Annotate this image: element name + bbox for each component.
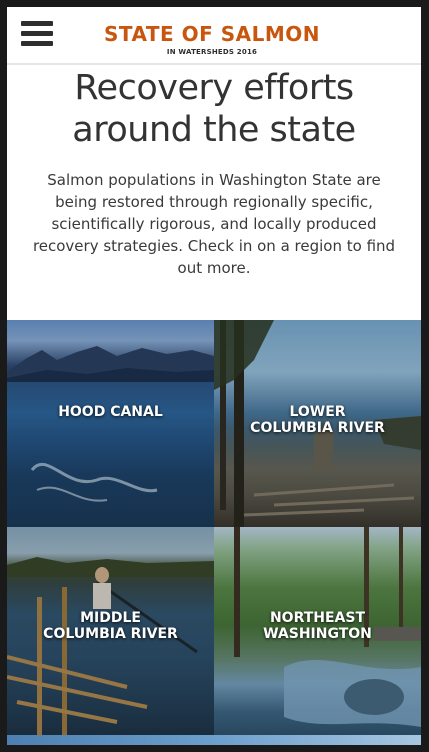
next-region-row-peek [7, 735, 421, 745]
site-header: STATE OF SALMON IN WATERSHEDS 2016 [7, 7, 421, 65]
site-title: STATE OF SALMON [103, 22, 321, 46]
region-grid: HOOD CANAL LOWER COLUMBIA RIVER MIDDLE C… [7, 320, 421, 745]
region-label: HOOD CANAL [58, 404, 163, 420]
region-tile-northeast-washington[interactable]: NORTHEAST WASHINGTON [214, 527, 421, 745]
page-title: Recovery efforts around the state [72, 68, 356, 150]
site-logo[interactable]: STATE OF SALMON IN WATERSHEDS 2016 [97, 21, 327, 57]
tile-overlay [7, 320, 214, 527]
site-subtitle: IN WATERSHEDS 2016 [166, 48, 258, 56]
app-frame: STATE OF SALMON IN WATERSHEDS 2016 Recov… [7, 7, 421, 745]
region-tile-middle-columbia-river[interactable]: MIDDLE COLUMBIA RIVER [7, 527, 214, 745]
region-label: NORTHEAST WASHINGTON [263, 610, 372, 642]
region-label: MIDDLE COLUMBIA RIVER [43, 610, 178, 642]
intro-text: Salmon populations in Washington State a… [32, 171, 396, 277]
region-tile-lower-columbia-river[interactable]: LOWER COLUMBIA RIVER [214, 320, 421, 527]
hamburger-menu-icon[interactable] [21, 21, 53, 47]
region-tile-hood-canal[interactable]: HOOD CANAL [7, 320, 214, 527]
region-label: LOWER COLUMBIA RIVER [250, 404, 385, 436]
hero-section: Recovery efforts around the state Salmon… [7, 65, 421, 320]
